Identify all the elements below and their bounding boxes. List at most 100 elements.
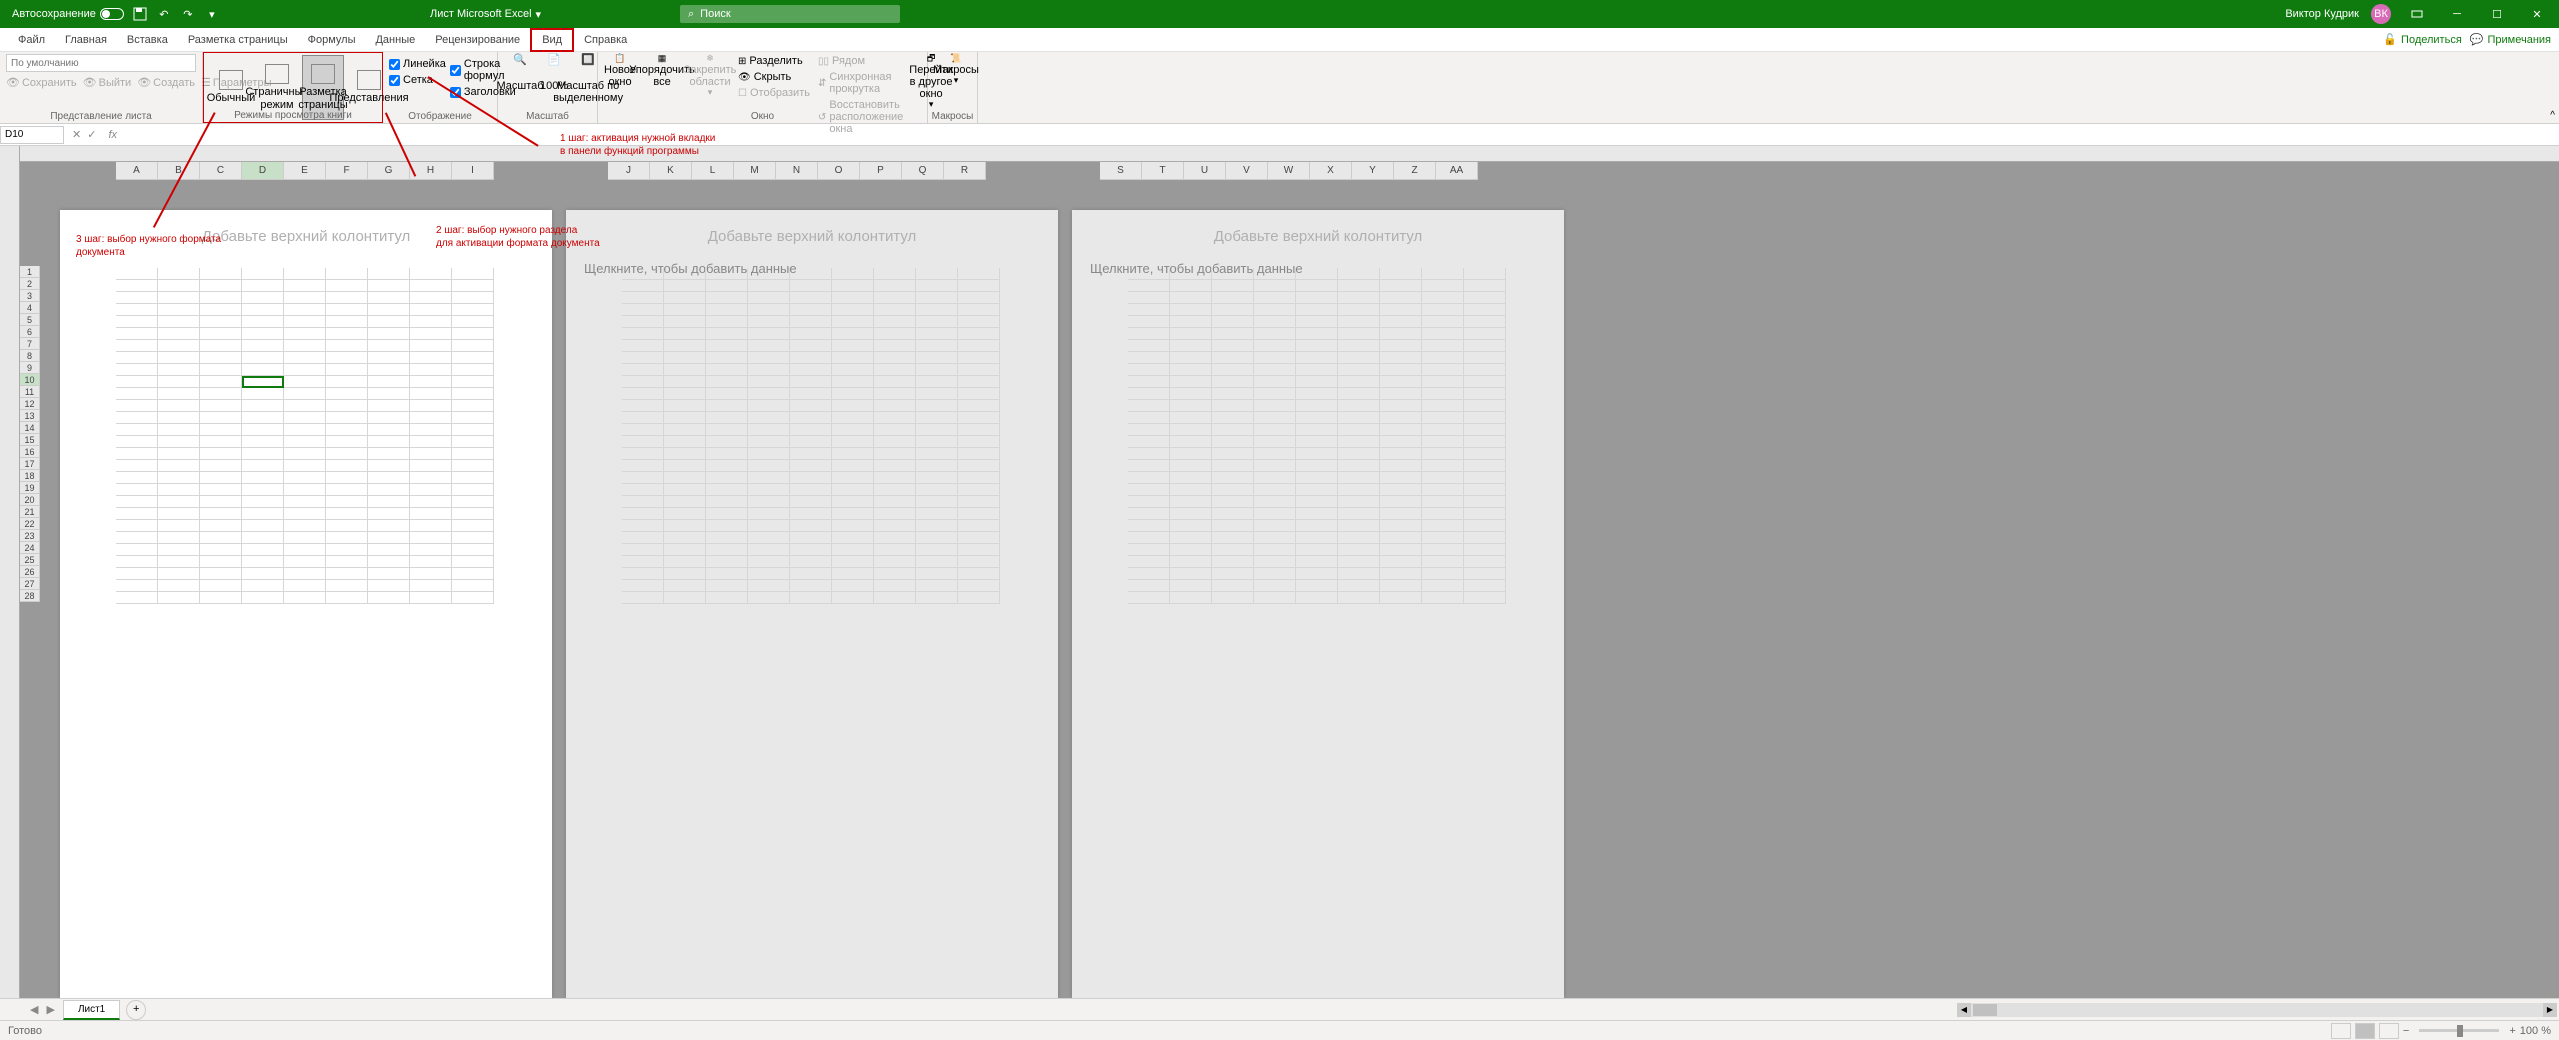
zoom-out-icon[interactable]: − bbox=[2403, 1025, 2409, 1037]
user-name[interactable]: Виктор Кудрик bbox=[2285, 8, 2359, 20]
group-zoom: 🔍Масштаб 📄100% 🔲Масштаб по выделенному М… bbox=[498, 52, 598, 123]
tab-pagelayout[interactable]: Разметка страницы bbox=[178, 30, 298, 50]
view-pagelayout-btn[interactable] bbox=[2355, 1023, 2375, 1039]
cell-grid[interactable] bbox=[1128, 268, 1508, 958]
zoom-level[interactable]: 100 % bbox=[2520, 1025, 2551, 1037]
comments-button[interactable]: 💬 Примечания bbox=[2470, 33, 2551, 46]
status-bar: Готово − + 100 % bbox=[0, 1020, 2559, 1040]
search-box[interactable]: ⌕ Поиск bbox=[680, 5, 900, 23]
formula-input[interactable] bbox=[121, 126, 2559, 144]
tab-help[interactable]: Справка bbox=[574, 30, 637, 50]
sheetview-keep: 👁 Сохранить bbox=[6, 76, 77, 89]
sheetview-exit: 👁 Выйти bbox=[83, 76, 132, 89]
colhead[interactable]: A bbox=[116, 162, 158, 180]
colhead[interactable]: W bbox=[1268, 162, 1310, 180]
minimize-icon[interactable]: ─ bbox=[2443, 0, 2471, 28]
redo-icon[interactable]: ↷ bbox=[180, 6, 196, 22]
colhead[interactable]: Z bbox=[1394, 162, 1436, 180]
colhead[interactable]: G bbox=[368, 162, 410, 180]
colhead[interactable]: I bbox=[452, 162, 494, 180]
tab-insert[interactable]: Вставка bbox=[117, 30, 178, 50]
active-cell[interactable] bbox=[242, 376, 284, 388]
colhead[interactable]: T bbox=[1142, 162, 1184, 180]
custom-view-icon bbox=[357, 70, 381, 90]
freeze-panes[interactable]: ❄Закрепить области▾ bbox=[688, 54, 732, 136]
annotation-2: 2 шаг: выбор нужного раздела для активац… bbox=[436, 224, 600, 250]
colhead[interactable]: C bbox=[200, 162, 242, 180]
chk-gridlines[interactable]: Сетка bbox=[389, 74, 446, 86]
chk-ruler[interactable]: Линейка bbox=[389, 58, 446, 70]
colhead[interactable]: Y bbox=[1352, 162, 1394, 180]
sheet-tabs-bar: ◀ ▶ Лист1 + ◀ ▶ bbox=[0, 998, 2559, 1020]
colhead-active[interactable]: D bbox=[242, 162, 284, 180]
nav-prev-icon[interactable]: ◀ bbox=[30, 1003, 46, 1016]
colhead[interactable]: P bbox=[860, 162, 902, 180]
collapse-ribbon-icon[interactable]: ^ bbox=[2550, 110, 2555, 121]
name-box[interactable] bbox=[0, 126, 64, 144]
colhead[interactable]: AA bbox=[1436, 162, 1478, 180]
colhead[interactable]: O bbox=[818, 162, 860, 180]
toggle-switch-icon[interactable] bbox=[100, 8, 124, 20]
sheet-tab-1[interactable]: Лист1 bbox=[63, 1000, 120, 1020]
tab-formulas[interactable]: Формулы bbox=[298, 30, 366, 50]
colhead[interactable]: Q bbox=[902, 162, 944, 180]
cell-grid[interactable] bbox=[622, 268, 1002, 958]
colhead[interactable]: F bbox=[326, 162, 368, 180]
header-area[interactable]: Добавьте верхний колонтитул bbox=[566, 210, 1058, 255]
cancel-formula-icon[interactable]: ✕ bbox=[72, 128, 81, 141]
tab-home[interactable]: Главная bbox=[55, 30, 117, 50]
sheetview-dropdown[interactable] bbox=[6, 54, 196, 72]
tab-file[interactable]: Файл bbox=[8, 30, 55, 50]
titlebar: Автосохранение ↶ ↷ ▾ Лист Microsoft Exce… bbox=[0, 0, 2559, 28]
close-icon[interactable]: ✕ bbox=[2523, 0, 2551, 28]
colhead[interactable]: S bbox=[1100, 162, 1142, 180]
colhead[interactable]: M bbox=[734, 162, 776, 180]
colhead[interactable]: J bbox=[608, 162, 650, 180]
tab-review[interactable]: Рецензирование bbox=[425, 30, 530, 50]
arrange-all[interactable]: ▦Упорядочить все bbox=[640, 54, 684, 136]
sync-scroll: ⇵ Синхронная прокрутка bbox=[816, 70, 905, 96]
group-label: Окно bbox=[598, 111, 927, 122]
header-area[interactable]: Добавьте верхний колонтитул bbox=[1072, 210, 1564, 255]
autosave-toggle[interactable]: Автосохранение bbox=[12, 8, 124, 20]
add-sheet-button[interactable]: + bbox=[126, 1000, 146, 1020]
maximize-icon[interactable]: ☐ bbox=[2483, 0, 2511, 28]
ribbon-display-icon[interactable] bbox=[2403, 0, 2431, 28]
horizontal-scrollbar[interactable]: ◀ ▶ bbox=[1957, 1003, 2557, 1017]
hide[interactable]: 👁 Скрыть bbox=[736, 70, 812, 84]
colhead[interactable]: E bbox=[284, 162, 326, 180]
vertical-ruler bbox=[0, 146, 20, 998]
avatar[interactable]: ВК bbox=[2371, 4, 2391, 24]
page-1[interactable]: Добавьте верхний колонтитул bbox=[60, 210, 552, 998]
colhead[interactable]: N bbox=[776, 162, 818, 180]
undo-icon[interactable]: ↶ bbox=[156, 6, 172, 22]
enter-formula-icon[interactable]: ✓ bbox=[87, 128, 96, 141]
colhead[interactable]: L bbox=[692, 162, 734, 180]
fx-icon[interactable]: fx bbox=[104, 129, 121, 141]
split[interactable]: ⊞ Разделить bbox=[736, 54, 812, 68]
colhead[interactable]: R bbox=[944, 162, 986, 180]
view-pagebreak-btn[interactable] bbox=[2379, 1023, 2399, 1039]
scroll-left-icon[interactable]: ◀ bbox=[1957, 1003, 1971, 1017]
touch-icon[interactable]: ▾ bbox=[204, 6, 220, 22]
tab-data[interactable]: Данные bbox=[365, 30, 425, 50]
colhead[interactable]: U bbox=[1184, 162, 1226, 180]
zoom-in-icon[interactable]: + bbox=[2509, 1025, 2515, 1037]
zoom-slider[interactable] bbox=[2419, 1029, 2499, 1032]
nav-next-icon[interactable]: ▶ bbox=[46, 1003, 62, 1016]
scroll-right-icon[interactable]: ▶ bbox=[2543, 1003, 2557, 1017]
page-3[interactable]: Добавьте верхний колонтитул Щелкните, чт… bbox=[1072, 210, 1564, 998]
group-label: Отображение bbox=[383, 111, 497, 122]
save-icon[interactable] bbox=[132, 6, 148, 22]
scroll-thumb[interactable] bbox=[1973, 1004, 1997, 1016]
page-2[interactable]: Добавьте верхний колонтитул Щелкните, чт… bbox=[566, 210, 1058, 998]
share-button[interactable]: 🔓 Поделиться bbox=[2383, 33, 2461, 46]
colhead[interactable]: V bbox=[1226, 162, 1268, 180]
colhead[interactable]: H bbox=[410, 162, 452, 180]
annotation-3: 3 шаг: выбор нужного формата документа bbox=[76, 233, 221, 259]
tab-view[interactable]: Вид bbox=[530, 28, 574, 52]
cell-grid[interactable] bbox=[116, 268, 496, 958]
colhead[interactable]: K bbox=[650, 162, 692, 180]
view-normal-btn[interactable] bbox=[2331, 1023, 2351, 1039]
colhead[interactable]: X bbox=[1310, 162, 1352, 180]
